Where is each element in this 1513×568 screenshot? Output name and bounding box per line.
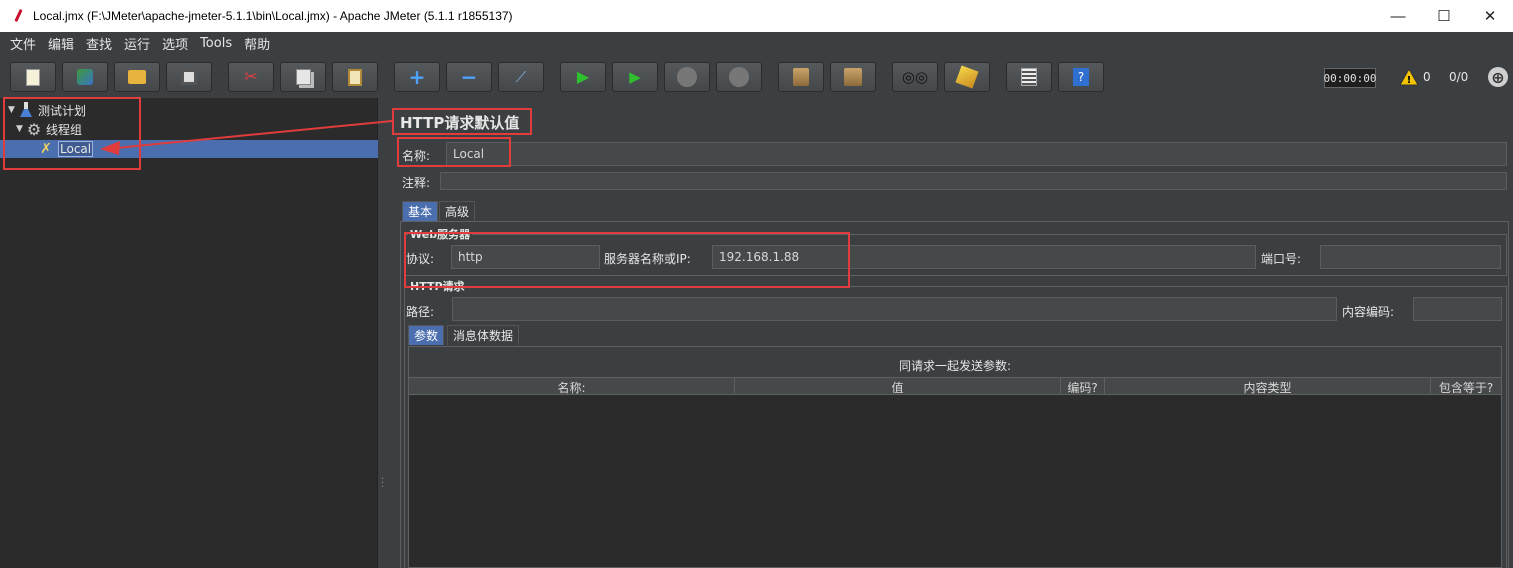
expand-all-button[interactable]: + (394, 62, 440, 92)
templates-icon (77, 69, 93, 85)
annotation-box-tree (3, 97, 141, 170)
reset-search-button[interactable] (944, 62, 990, 92)
column-content-type[interactable]: 内容类型 (1105, 378, 1431, 396)
comment-field[interactable] (440, 172, 1507, 190)
elapsed-timer: 00:00:00 (1324, 68, 1377, 88)
name-field[interactable]: Local (446, 142, 1507, 166)
port-field[interactable] (1320, 245, 1501, 269)
menu-help[interactable]: 帮助 (238, 34, 276, 53)
tab-advanced[interactable]: 高级 (439, 201, 476, 221)
splitter-grip-icon: · · · (381, 474, 385, 493)
expand-icon: + (408, 65, 426, 89)
active-thread-count: 0/0 (1449, 70, 1469, 84)
menu-bar: 文件 编辑 查找 运行 选项 Tools 帮助 (0, 32, 1513, 54)
jmeter-feather-icon (12, 8, 26, 24)
comment-label: 注释: (402, 176, 431, 190)
clear-all-icon (844, 68, 862, 86)
start-icon: ▶ (576, 67, 590, 86)
search-button[interactable]: ◎◎ (892, 62, 938, 92)
function-helper-button[interactable] (1006, 62, 1052, 92)
port-label: 端口号: (1261, 252, 1302, 266)
broom-icon (955, 65, 979, 89)
menu-run[interactable]: 运行 (118, 34, 156, 53)
copy-icon (295, 69, 311, 85)
list-icon (1021, 68, 1037, 86)
new-icon (26, 68, 40, 86)
column-encode[interactable]: 编码? (1061, 378, 1105, 396)
clear-button[interactable] (778, 62, 824, 92)
table-caption: 同请求一起发送参数: (898, 359, 1012, 373)
help-icon: ? (1073, 68, 1089, 86)
new-button[interactable] (10, 62, 56, 92)
encoding-label: 内容编码: (1342, 305, 1395, 319)
collapse-icon: − (460, 65, 478, 89)
menu-file[interactable]: 文件 (4, 34, 42, 53)
cut-icon: ✂ (244, 67, 258, 86)
copy-button[interactable] (280, 62, 326, 92)
minimize-button[interactable]: — (1375, 0, 1421, 32)
path-label: 路径: (406, 305, 435, 319)
table-body[interactable] (409, 395, 1501, 567)
menu-tools[interactable]: Tools (194, 36, 238, 51)
cut-button[interactable]: ✂ (228, 62, 274, 92)
paste-button[interactable] (332, 62, 378, 92)
stop-icon (677, 67, 697, 87)
table-header: 名称: 值 编码? 内容类型 包含等于? (409, 377, 1501, 396)
title-bar: Local.jmx (F:\JMeter\apache-jmeter-5.1.1… (0, 0, 1513, 32)
start-no-timers-button[interactable]: ▶ (612, 62, 658, 92)
remote-engines-icon[interactable]: ⊕ (1488, 67, 1508, 87)
start-no-timers-icon: ▶ (629, 67, 641, 86)
column-value[interactable]: 值 (735, 378, 1061, 396)
save-icon (181, 69, 197, 85)
start-button[interactable]: ▶ (560, 62, 606, 92)
parameters-table: 同请求一起发送参数: 名称: 值 编码? 内容类型 包含等于? (408, 346, 1502, 568)
annotation-box-title (392, 108, 532, 135)
split-pane-divider[interactable]: · · · (378, 98, 388, 568)
close-button[interactable]: ✕ (1467, 0, 1513, 32)
column-include-equals[interactable]: 包含等于? (1431, 378, 1501, 396)
annotation-box-name (397, 137, 511, 167)
window-title: Local.jmx (F:\JMeter\apache-jmeter-5.1.1… (33, 9, 513, 23)
tab-parameters[interactable]: 参数 (408, 325, 445, 345)
clear-icon (793, 68, 809, 86)
maximize-button[interactable]: ☐ (1421, 0, 1467, 32)
toggle-icon: ⟋ (515, 67, 527, 86)
clear-all-button[interactable] (830, 62, 876, 92)
open-button[interactable] (114, 62, 160, 92)
shutdown-button[interactable] (716, 62, 762, 92)
save-button[interactable] (166, 62, 212, 92)
toolbar: ✂ + − ⟋ ▶ ▶ ◎◎ ? (0, 56, 1513, 98)
encoding-field[interactable] (1413, 297, 1502, 321)
column-name[interactable]: 名称: (409, 378, 735, 396)
config-panel: HTTP请求默认值 名称: Local 注释: 基本 高级 Web服务器 协议:… (388, 98, 1513, 568)
templates-button[interactable] (62, 62, 108, 92)
tab-body-data[interactable]: 消息体数据 (447, 325, 520, 345)
toggle-button[interactable]: ⟋ (498, 62, 544, 92)
paste-icon (348, 68, 362, 86)
tab-basic[interactable]: 基本 (402, 201, 439, 221)
menu-options[interactable]: 选项 (156, 34, 194, 53)
menu-edit[interactable]: 编辑 (42, 34, 80, 53)
binoculars-icon: ◎◎ (901, 67, 929, 86)
warning-count: 0 (1423, 70, 1431, 84)
shutdown-icon (729, 67, 749, 87)
svg-text:!: ! (1407, 75, 1412, 86)
annotation-box-server (404, 232, 850, 288)
menu-search[interactable]: 查找 (80, 34, 118, 53)
collapse-all-button[interactable]: − (446, 62, 492, 92)
help-button[interactable]: ? (1058, 62, 1104, 92)
path-field[interactable] (452, 297, 1337, 321)
warning-icon[interactable]: ! (1399, 67, 1419, 87)
stop-button[interactable] (664, 62, 710, 92)
open-icon (128, 70, 146, 84)
